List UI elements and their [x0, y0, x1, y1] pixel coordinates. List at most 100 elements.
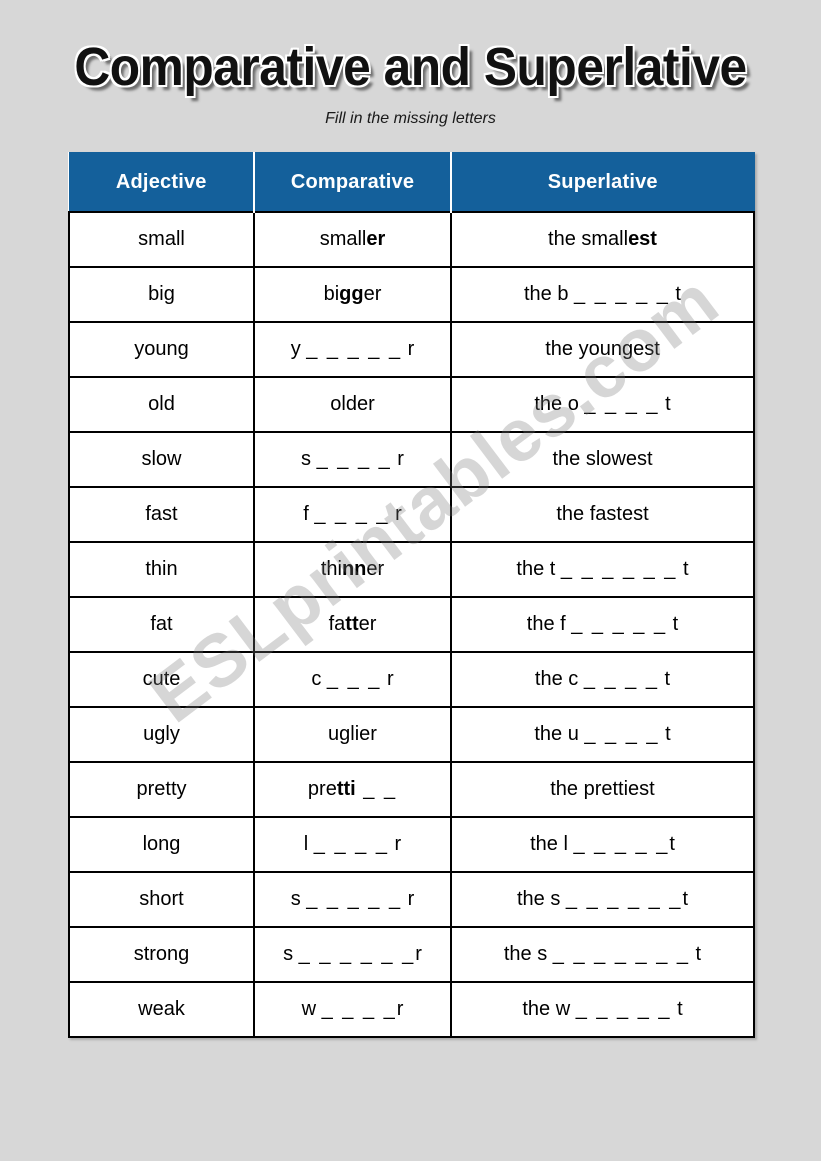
cell-superlative[interactable]: the w _ _ _ _ _ t — [450, 981, 755, 1038]
word-tail: r — [381, 668, 394, 690]
table-row: small smaller the smallest — [68, 211, 755, 268]
cell-superlative[interactable]: the slowest — [450, 431, 755, 488]
cell-adjective: young — [68, 321, 255, 378]
cell-superlative[interactable]: the fastest — [450, 486, 755, 543]
word-suffix-bold: gg — [339, 283, 364, 305]
blank-spaces[interactable]: _ _ _ _ _ — [306, 888, 402, 910]
blank-spaces[interactable]: _ _ _ _ _ — [574, 283, 670, 305]
cell-comparative[interactable]: f _ _ _ _ r — [253, 486, 452, 543]
cell-comparative[interactable]: y _ _ _ _ _ r — [253, 321, 452, 378]
blank-spaces[interactable]: _ _ _ _ _ — [306, 338, 402, 360]
table-row: strong s _ _ _ _ _ _r the s _ _ _ _ _ _ _ … — [68, 926, 755, 983]
table-row: fast f _ _ _ _ r the fastest — [68, 486, 755, 543]
word-tail: t — [658, 668, 671, 690]
word-stem: the t — [516, 558, 561, 580]
word-stem: c — [311, 668, 327, 690]
blank-spaces[interactable]: _ _ _ _ — [322, 998, 397, 1020]
word-tail: t — [671, 998, 683, 1020]
blank-spaces[interactable]: _ _ _ _ — [584, 393, 659, 415]
cell-comparative[interactable]: s _ _ _ _ _ _r — [253, 926, 452, 983]
cell-superlative[interactable]: the b _ _ _ _ _ t — [450, 266, 755, 323]
table-row: pretty pretti _ _ the prettiest — [68, 761, 755, 818]
word-tail: t — [669, 833, 675, 855]
word-stem: the fastest — [556, 503, 649, 525]
blank-spaces[interactable]: _ _ _ _ _ _ _ — [553, 943, 690, 965]
blank-spaces[interactable]: _ _ _ _ _ _ — [561, 558, 678, 580]
cell-adjective: weak — [68, 981, 255, 1038]
blank-spaces[interactable]: _ _ _ _ _ _ — [299, 943, 416, 965]
blank-spaces[interactable]: _ _ _ _ — [317, 448, 392, 470]
worksheet-page: Comparative and Superlative Fill in the … — [0, 0, 821, 1161]
cell-superlative[interactable]: the s _ _ _ _ _ _ _ t — [450, 926, 755, 983]
cell-comparative[interactable]: c _ _ _ r — [253, 651, 452, 708]
word-stem: l — [303, 833, 314, 855]
blank-spaces[interactable]: _ _ _ _ — [584, 723, 659, 745]
word-tail: t — [667, 613, 679, 635]
table-row: slow s _ _ _ _ r the slowest — [68, 431, 755, 488]
cell-comparative[interactable]: thinner — [253, 541, 452, 598]
blank-spaces[interactable]: _ _ _ _ _ — [576, 998, 672, 1020]
blank-spaces[interactable]: _ _ _ _ — [314, 503, 389, 525]
word-tail: r — [402, 338, 415, 360]
cell-superlative[interactable]: the prettiest — [450, 761, 755, 818]
worksheet-table-container: Adjective Comparative Superlative small s… — [68, 152, 755, 1038]
blank-spaces[interactable]: _ _ _ _ — [314, 833, 389, 855]
table-row: big bigger the b _ _ _ _ _ t — [68, 266, 755, 323]
word-stem: s — [283, 943, 299, 965]
cell-superlative[interactable]: the s _ _ _ _ _ _t — [450, 871, 755, 928]
word-tail: er — [366, 558, 385, 580]
word-stem: the u — [534, 723, 585, 745]
word-stem: s — [290, 888, 307, 910]
word-stem: the prettiest — [550, 778, 655, 800]
cell-superlative[interactable]: the o _ _ _ _ t — [450, 376, 755, 433]
table-row: ugly uglier the u _ _ _ _ t — [68, 706, 755, 763]
blank-spaces[interactable]: _ _ _ _ _ — [573, 833, 669, 855]
word-stem: older — [330, 393, 375, 415]
table-row: weak w _ _ _ _r the w _ _ _ _ _ t — [68, 981, 755, 1038]
cell-superlative[interactable]: the u _ _ _ _ t — [450, 706, 755, 763]
word-tail: t — [659, 723, 671, 745]
word-suffix-bold: nn — [341, 558, 367, 580]
cell-comparative[interactable]: bigger — [253, 266, 452, 323]
cell-superlative[interactable]: the t _ _ _ _ _ _ t — [450, 541, 755, 598]
cell-adjective: fat — [68, 596, 255, 653]
blank-spaces[interactable]: _ _ _ _ _ _ — [566, 888, 683, 910]
cell-superlative[interactable]: the f _ _ _ _ _ t — [450, 596, 755, 653]
cell-comparative[interactable]: pretti _ _ — [253, 761, 452, 818]
cell-superlative[interactable]: the smallest — [450, 211, 755, 268]
cell-superlative[interactable]: the youngest — [450, 321, 755, 378]
cell-adjective: slow — [68, 431, 255, 488]
cell-adjective: small — [68, 211, 255, 268]
column-header-adjective: Adjective — [68, 152, 255, 213]
word-tail: r — [402, 888, 415, 910]
word-tail: t — [669, 283, 681, 305]
blank-spaces[interactable]: _ _ _ — [327, 668, 381, 690]
cell-comparative[interactable]: s _ _ _ _ _ r — [253, 871, 452, 928]
word-stem: y — [290, 338, 307, 360]
cell-comparative[interactable]: smaller — [253, 211, 452, 268]
word-suffix-bold: er — [366, 228, 386, 250]
blank-spaces[interactable]: _ _ — [356, 778, 397, 800]
comparative-superlative-table: Adjective Comparative Superlative small s… — [68, 152, 755, 1038]
cell-superlative[interactable]: the c _ _ _ _ t — [450, 651, 755, 708]
blank-spaces[interactable]: _ _ _ _ _ — [571, 613, 667, 635]
cell-adjective: pretty — [68, 761, 255, 818]
cell-adjective: fast — [68, 486, 255, 543]
cell-comparative[interactable]: w _ _ _ _r — [253, 981, 452, 1038]
cell-comparative[interactable]: uglier — [253, 706, 452, 763]
word-stem: the slowest — [552, 448, 653, 470]
cell-comparative[interactable]: s _ _ _ _ r — [253, 431, 452, 488]
table-header-row: Adjective Comparative Superlative — [68, 152, 755, 213]
word-tail: t — [682, 888, 688, 910]
word-stem: the b — [523, 283, 575, 305]
cell-comparative[interactable]: older — [253, 376, 452, 433]
table-row: long l _ _ _ _ r the l _ _ _ _ _t — [68, 816, 755, 873]
word-tail: r — [391, 448, 404, 470]
word-stem: small — [319, 228, 367, 250]
word-tail: r — [415, 943, 422, 965]
cell-comparative[interactable]: l _ _ _ _ r — [253, 816, 452, 873]
blank-spaces[interactable]: _ _ _ _ — [584, 668, 659, 690]
cell-comparative[interactable]: fatter — [253, 596, 452, 653]
cell-superlative[interactable]: the l _ _ _ _ _t — [450, 816, 755, 873]
word-tail: t — [659, 393, 671, 415]
